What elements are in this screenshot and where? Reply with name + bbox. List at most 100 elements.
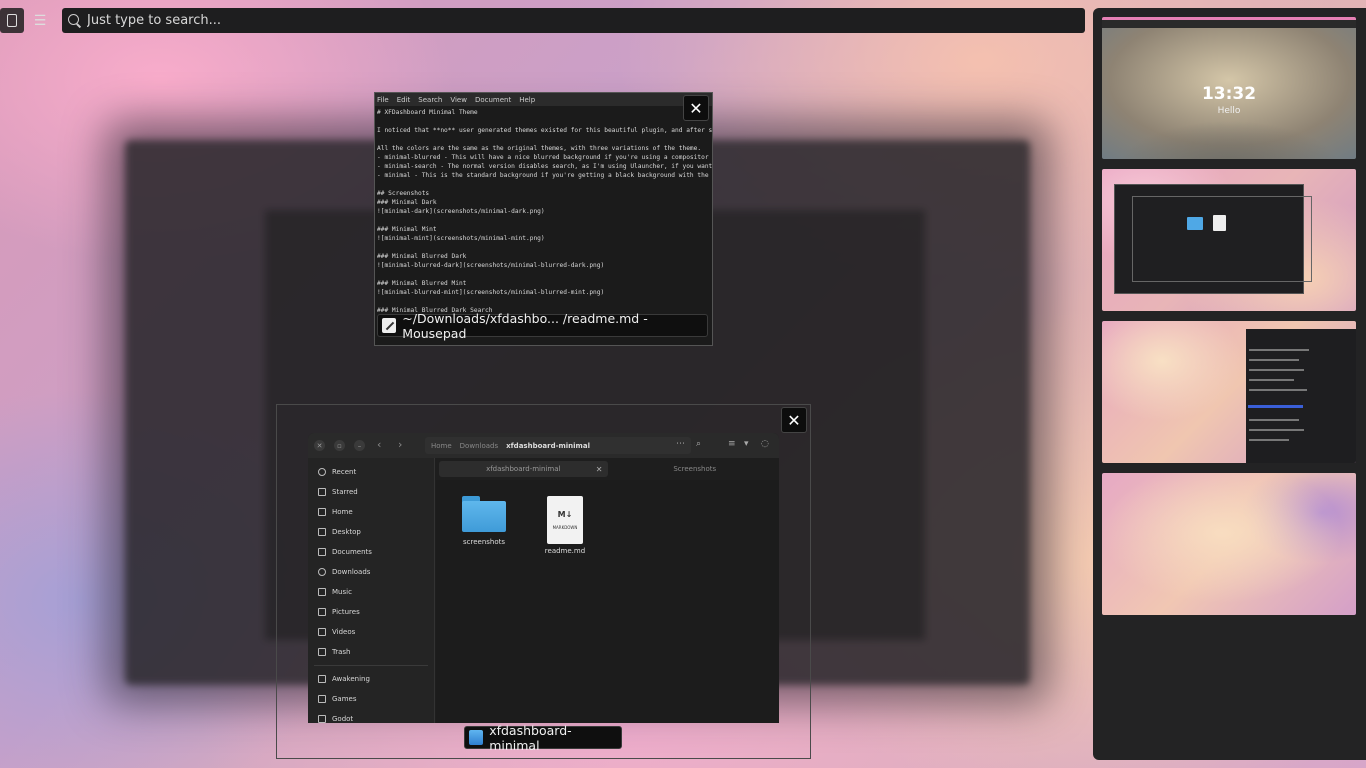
- home-icon: [318, 508, 326, 516]
- folder-icon: [318, 675, 326, 683]
- view-list-icon[interactable]: ≡: [728, 439, 736, 449]
- mousepad-caption-label: ~/Downloads/xfdashbo... /readme.md - Mou…: [402, 310, 648, 341]
- workspace-1[interactable]: 13:32 Hello: [1102, 17, 1356, 159]
- sidebar-item-recent[interactable]: Recent: [308, 462, 434, 482]
- workspace-3[interactable]: [1102, 321, 1356, 463]
- window-maximize-icon[interactable]: ▫: [334, 440, 345, 451]
- sidebar-label: Desktop: [332, 528, 361, 536]
- star-icon: [318, 488, 326, 496]
- close-icon[interactable]: ✕: [596, 465, 603, 474]
- workspace-browser-bar: [1102, 20, 1356, 28]
- menu-edit[interactable]: Edit: [397, 96, 411, 104]
- sidebar-label: Godot: [332, 715, 354, 723]
- file-item-screenshots[interactable]: screenshots: [454, 496, 514, 546]
- folder-icon: [462, 496, 506, 532]
- sidebar-label: Downloads: [332, 568, 371, 576]
- file-manager-app-icon: [469, 730, 484, 745]
- sidebar-label: Games: [332, 695, 357, 703]
- filemanager-close-button[interactable]: ✕: [781, 407, 807, 433]
- sidebar-item-trash[interactable]: Trash: [308, 642, 434, 662]
- file-name: readme.md: [544, 547, 586, 555]
- window-close-icon[interactable]: ✕: [314, 440, 325, 451]
- filemanager-headerbar: ✕ ▫ – ‹ › Home Downloads xfdashboard-min…: [308, 433, 779, 458]
- window-minimize-icon[interactable]: –: [354, 440, 365, 451]
- tab-label: Screenshots: [673, 465, 717, 473]
- filemanager-window-caption[interactable]: xfdashboard-minimal: [464, 723, 622, 753]
- sidebar-item-desktop[interactable]: Desktop: [308, 522, 434, 542]
- forward-arrow-icon[interactable]: ›: [398, 438, 402, 451]
- search-icon[interactable]: ⌕: [696, 439, 701, 449]
- clock-icon: [318, 468, 326, 476]
- menu-view[interactable]: View: [450, 96, 467, 104]
- path-current[interactable]: xfdashboard-minimal: [506, 442, 590, 450]
- workspaces-panel: 13:32 Hello: [1093, 8, 1366, 760]
- back-arrow-icon[interactable]: ‹: [377, 438, 381, 451]
- sidebar-label: Recent: [332, 468, 357, 476]
- filemanager-window[interactable]: ✕ ▫ – ‹ › Home Downloads xfdashboard-min…: [308, 433, 779, 723]
- sidebar-item-starred[interactable]: Starred: [308, 482, 434, 502]
- path-bar[interactable]: Home Downloads xfdashboard-minimal: [425, 437, 691, 454]
- mousepad-text-content: # XFDashboard Minimal Theme I noticed th…: [377, 109, 713, 314]
- menu-document[interactable]: Document: [475, 96, 511, 104]
- sidebar-item-videos[interactable]: Videos: [308, 622, 434, 642]
- sidebar-item-documents[interactable]: Documents: [308, 542, 434, 562]
- mousepad-menubar: File Edit Search View Document Help: [375, 93, 712, 106]
- close-icon: ✕: [689, 98, 703, 118]
- file-name: screenshots: [462, 538, 506, 546]
- mousepad-window-caption[interactable]: ~/Downloads/xfdashbo... /readme.md - Mou…: [377, 311, 708, 341]
- mousepad-app-icon: [382, 318, 397, 333]
- sidebar-label: Awakening: [332, 675, 370, 683]
- markdown-file-icon: M↓ MARKDOWN: [547, 496, 583, 544]
- sidebar-item-games[interactable]: Games: [308, 689, 434, 709]
- folder-icon: [318, 715, 326, 723]
- applications-view-button[interactable]: ☰: [28, 8, 52, 33]
- download-icon: [318, 568, 326, 576]
- close-icon: ✕: [787, 410, 801, 430]
- menu-help[interactable]: Help: [519, 96, 535, 104]
- mousepad-close-button[interactable]: ✕: [683, 95, 709, 121]
- menu-file[interactable]: File: [377, 96, 389, 104]
- sidebar-label: Home: [332, 508, 353, 516]
- file-item-readme[interactable]: M↓ MARKDOWN readme.md: [535, 496, 595, 555]
- tab-screenshots[interactable]: Screenshots: [611, 458, 780, 480]
- sidebar-item-awakening[interactable]: Awakening: [308, 669, 434, 689]
- workspace-4[interactable]: [1102, 473, 1356, 615]
- sidebar-item-downloads[interactable]: Downloads: [308, 562, 434, 582]
- sidebar-label: Music: [332, 588, 352, 596]
- music-icon: [318, 588, 326, 596]
- markdown-sub-label: MARKDOWN: [552, 525, 578, 530]
- folder-icon: [318, 695, 326, 703]
- menu-icon[interactable]: ◌: [761, 439, 769, 449]
- video-icon: [318, 628, 326, 636]
- sidebar-label: Pictures: [332, 608, 360, 616]
- sidebar-separator: [314, 665, 428, 666]
- sidebar-item-godot[interactable]: Godot: [308, 709, 434, 723]
- tab-label: xfdashboard-minimal: [486, 465, 561, 473]
- filemanager-content: screenshots M↓ MARKDOWN readme.md: [436, 480, 779, 723]
- mousepad-window[interactable]: File Edit Search View Document Help # XF…: [374, 92, 713, 346]
- workspace-window-frame: [1132, 196, 1312, 282]
- windows-view-icon: [7, 14, 17, 27]
- workspace-greeting: Hello: [1217, 106, 1241, 116]
- path-home[interactable]: Home: [431, 442, 452, 450]
- workspace-editor-thumbnail: [1246, 329, 1356, 463]
- sidebar-item-music[interactable]: Music: [308, 582, 434, 602]
- filemanager-sidebar: Recent Starred Home Desktop Documents Do…: [308, 458, 435, 723]
- search-input[interactable]: [87, 13, 987, 28]
- more-icon[interactable]: ⋯: [676, 439, 685, 449]
- search-icon: [68, 13, 82, 28]
- filemanager-caption-label: xfdashboard-minimal: [489, 722, 572, 753]
- windows-view-button[interactable]: [0, 8, 24, 33]
- search-bar[interactable]: [62, 8, 1085, 33]
- trash-icon: [318, 648, 326, 656]
- sidebar-item-pictures[interactable]: Pictures: [308, 602, 434, 622]
- top-bar: ☰: [0, 8, 1086, 33]
- tab-xfdashboard-minimal[interactable]: xfdashboard-minimal ✕: [439, 461, 608, 477]
- menu-search[interactable]: Search: [418, 96, 442, 104]
- workspace-2[interactable]: [1102, 169, 1356, 311]
- path-downloads[interactable]: Downloads: [460, 442, 498, 450]
- markdown-badge: M↓: [557, 510, 573, 519]
- sidebar-label: Documents: [332, 548, 372, 556]
- chevron-down-icon[interactable]: ▾: [744, 439, 749, 449]
- sidebar-item-home[interactable]: Home: [308, 502, 434, 522]
